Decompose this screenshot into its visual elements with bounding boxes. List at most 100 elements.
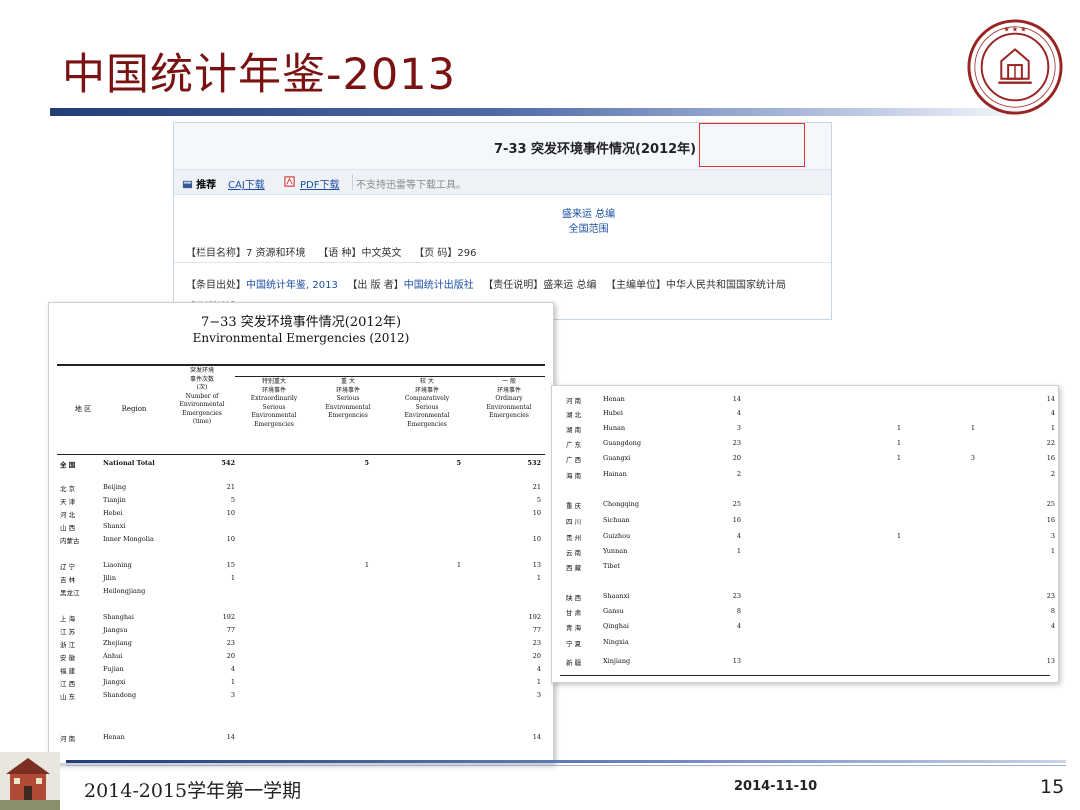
ordinary-cell: 25 [1046,500,1055,508]
editor-line[interactable]: 盛来运 总编 [562,207,615,222]
table-row: 西 藏 Tibet [552,561,1058,572]
region-cn-cell: 湖 南 [566,426,582,434]
region-en-cell: Chongqing [603,500,640,508]
total-cell: 23 [732,592,741,600]
table-row: 山 西 Shanxi [49,521,553,532]
serious-cell: 1 [896,454,901,462]
ordinary-cell: 1 [1050,547,1055,555]
serious-cell: 5 [364,459,369,467]
region-en-cell: Jilin [103,574,117,582]
total-cell: 16 [732,516,741,524]
publisher-value[interactable]: 中国统计出版社 [404,280,474,291]
total-cell: 21 [226,483,235,491]
table-row: 云 南 Yunnan 1 1 [552,546,1058,557]
entry-title: 7-33 突发环境事件情况(2012年) [494,142,697,157]
table-row: 广 西 Guangxi 20 1 3 16 [552,453,1058,464]
table-row: 安 徽 Anhui 20 20 [49,651,553,662]
page-label: 【页 码】 [414,248,458,259]
footer-rule-thin [66,765,1066,766]
page-number: 15 [1040,776,1065,798]
ordinary-cell: 8 [1050,607,1055,615]
region-cn-cell: 河 南 [60,735,76,743]
table-title-cn: 7−33 突发环境事件情况(2012年) [200,315,402,330]
download-bar: 推荐 CAJ下载 PDF下载 不支持迅雷等下载工具。 [174,170,831,195]
header-extraordinary: 特别重大 环境事件 Extraordinarily Serious Enviro… [250,378,298,428]
total-cell: 77 [226,626,235,634]
source-value[interactable]: 中国统计年鉴, 2013 [246,280,338,291]
region-cn-cell: 内蒙古 [60,537,80,545]
table-row: 湖 北 Hubei 4 4 [552,408,1058,419]
region-en-cell: Shanghai [103,613,135,621]
region-cn-cell: 辽 宁 [60,563,76,571]
scope-line[interactable]: 全国范围 [562,222,615,237]
region-cn-cell: 甘 肃 [566,609,582,617]
header-region-en: Region [121,405,147,413]
entry-header: 7-33 突发环境事件情况(2012年) [174,123,831,170]
region-en-cell: Sichuan [603,516,630,524]
region-cn-cell: 福 建 [60,667,76,675]
total-cell: 3 [230,691,235,699]
table-row: 重 庆 Chongqing 25 25 [552,499,1058,510]
table-row: 青 海 Qinghai 4 4 [552,621,1058,632]
header-bottom-rule [57,454,545,455]
ordinary-cell: 1 [536,678,541,686]
region-en-cell: Henan [103,733,125,741]
year-highlight-box [699,123,805,167]
total-cell: 10 [226,509,235,517]
region-en-cell: Inner Mongolia [103,535,154,543]
region-cn-cell: 青 海 [566,624,582,632]
category-label: 【栏目名称】 [186,248,246,259]
serious-cell: 1 [896,532,901,540]
region-cn-cell: 黑龙江 [60,589,80,597]
total-cell: 23 [732,439,741,447]
total-cell: 4 [736,622,741,630]
region-en-cell: Tianjin [103,496,126,504]
table-row: 海 南 Hainan 2 2 [552,469,1058,480]
serious-cell: 1 [896,439,901,447]
region-cn-cell: 山 西 [60,524,76,532]
region-en-cell: Anhui [103,652,123,660]
ordinary-cell: 13 [1046,657,1055,665]
serious-cell: 1 [364,561,369,569]
ordinary-cell: 4 [1050,622,1055,630]
ordinary-cell: 20 [532,652,541,660]
statistics-table-card: 7−33 突发环境事件情况(2012年) Environmental Emerg… [48,302,554,764]
recommend-label: 推荐 [196,180,217,191]
region-cn-cell: 陕 西 [566,594,582,602]
region-cn-cell: 四 川 [566,518,582,526]
publisher-label: 【出 版 者】 [347,280,404,291]
total-cell: 4 [230,665,235,673]
region-en-cell: Guizhou [603,532,631,540]
region-en-cell: Guangdong [603,439,642,447]
statistics-table-continued: 河 南 Henan 14 14 湖 北 Hubei 4 4 湖 南 Hunan 3 1 1 1 广 东 Gua… [551,385,1059,683]
region-cn-cell: 河 北 [60,511,76,519]
caj-download-link[interactable]: CAJ下载 [228,176,265,191]
thunder-note: 不支持迅雷等下载工具。 [356,180,466,191]
region-cn-cell: 北 京 [60,485,76,493]
comparative-cell: 5 [456,459,461,467]
ordinary-cell: 16 [1046,516,1055,524]
table-row: 甘 肃 Gansu 8 8 [552,606,1058,617]
region-en-cell: Hubei [603,409,623,417]
table-row: 河 南 Henan 14 14 [552,394,1058,405]
region-en-cell: Shanxi [103,522,126,530]
university-seal-icon: ★ ★ ★ [967,19,1063,115]
ordinary-cell: 2 [1050,470,1055,478]
table-row: 河 南 Henan 14 14 [49,732,553,743]
pdf-download-link[interactable]: PDF下载 [300,176,339,191]
region-cn-cell: 浙 江 [60,641,76,649]
region-cn-cell: 宁 夏 [566,640,582,648]
table-row: 新 疆 Xinjiang 13 13 [552,656,1058,667]
source-label: 【条目出处】 [186,280,246,291]
ordinary-cell: 5 [536,496,541,504]
responsibility-value: 盛来运 总编 [543,280,597,291]
total-cell: 15 [226,561,235,569]
header-serious: 重 大 环境事件 Serious Environmental Emergenci… [325,378,371,419]
ordinary-cell: 3 [536,691,541,699]
total-cell: 14 [226,733,235,741]
header-subrule [235,376,545,377]
comparative-cell: 3 [970,454,975,462]
table-row: 山 东 Shandong 3 3 [49,690,553,701]
language-label: 【语 种】 [318,248,362,259]
table-title-en: Environmental Emergencies (2012) [192,331,410,345]
